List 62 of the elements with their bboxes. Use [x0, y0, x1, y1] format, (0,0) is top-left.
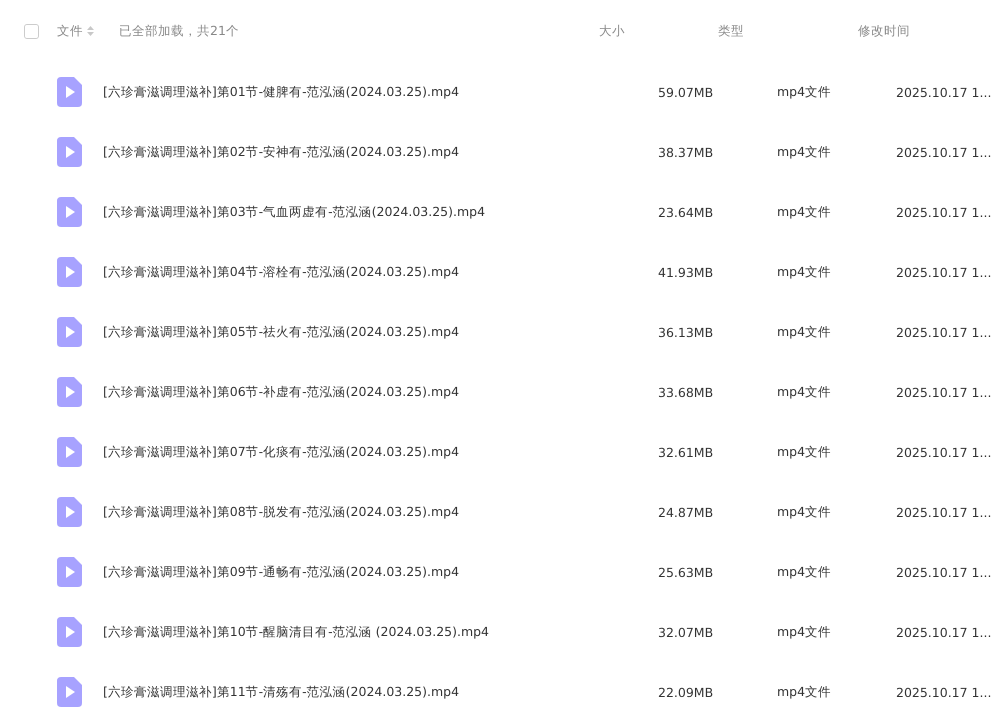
file-type: mp4文件: [777, 564, 832, 580]
file-name[interactable]: [六珍膏滋调理滋补]第03节-气血两虚有-范泓涵(2024.03.25).mp4: [103, 204, 658, 220]
file-type: mp4文件: [777, 684, 832, 700]
file-name[interactable]: [六珍膏滋调理滋补]第08节-脱发有-范泓涵(2024.03.25).mp4: [103, 504, 658, 520]
file-name[interactable]: [六珍膏滋调理滋补]第02节-安神有-范泓涵(2024.03.25).mp4: [103, 144, 658, 160]
file-name[interactable]: [六珍膏滋调理滋补]第10节-醒脑清目有-范泓涵 (2024.03.25).mp4: [103, 624, 658, 640]
video-file-icon: [57, 437, 82, 467]
video-file-icon: [57, 197, 82, 227]
file-size: 23.64MB: [658, 204, 714, 220]
video-file-icon: [57, 677, 82, 707]
video-file-icon: [57, 617, 82, 647]
modified-time: 2025.10.17 1...: [896, 84, 992, 100]
modified-time: 2025.10.17 1...: [896, 144, 992, 160]
file-type: mp4文件: [777, 324, 832, 340]
modified-time: 2025.10.17 1...: [896, 324, 992, 340]
column-header[interactable]: 修改时间: [837, 22, 998, 40]
column-header[interactable]: 类型: [718, 22, 837, 40]
select-all-checkbox[interactable]: [24, 24, 39, 38]
file-type: mp4文件: [777, 624, 832, 640]
file-type: mp4文件: [777, 264, 832, 280]
file-type: mp4文件: [777, 144, 832, 160]
video-file-icon: [57, 77, 82, 107]
video-file-icon: [57, 257, 82, 287]
file-name[interactable]: [六珍膏滋调理滋补]第06节-补虚有-范泓涵(2024.03.25).mp4: [103, 384, 658, 400]
modified-time: 2025.10.17 1...: [896, 624, 992, 640]
sort-icon[interactable]: [87, 26, 94, 36]
file-type: mp4文件: [777, 84, 832, 100]
modified-time: 2025.10.17 1...: [896, 504, 992, 520]
video-file-icon: [57, 317, 82, 347]
file-size: 41.93MB: [658, 264, 714, 280]
video-file-icon: [57, 377, 82, 407]
file-name[interactable]: [六珍膏滋调理滋补]第09节-通畅有-范泓涵(2024.03.25).mp4: [103, 564, 658, 580]
file-name[interactable]: [六珍膏滋调理滋补]第11节-清殇有-范泓涵(2024.03.25).mp4: [103, 684, 658, 700]
modified-time: 2025.10.17 1...: [896, 444, 992, 460]
load-status: 已全部加载，共21个: [119, 22, 240, 40]
file-size: 25.63MB: [658, 564, 714, 580]
video-file-icon: [57, 497, 82, 527]
file-size: 33.68MB: [658, 384, 714, 400]
modified-time: 2025.10.17 1...: [896, 384, 992, 400]
video-file-icon: [57, 137, 82, 167]
modified-time: 2025.10.17 1...: [896, 264, 992, 280]
file-type: mp4文件: [777, 444, 832, 460]
file-name[interactable]: [六珍膏滋调理滋补]第01节-健脾有-范泓涵(2024.03.25).mp4: [103, 84, 658, 100]
column-header[interactable]: 文件: [57, 22, 83, 40]
file-name[interactable]: [六珍膏滋调理滋补]第07节-化痰有-范泓涵(2024.03.25).mp4: [103, 444, 658, 460]
file-size: 24.87MB: [658, 504, 714, 520]
file-name[interactable]: [六珍膏滋调理滋补]第05节-祛火有-范泓涵(2024.03.25).mp4: [103, 324, 658, 340]
file-size: 59.07MB: [658, 84, 714, 100]
file-size: 36.13MB: [658, 324, 714, 340]
file-type: mp4文件: [777, 504, 832, 520]
column-header[interactable]: 大小: [599, 22, 718, 40]
modified-time: 2025.10.17 1...: [896, 204, 992, 220]
file-size: 32.61MB: [658, 444, 714, 460]
file-size: 32.07MB: [658, 624, 714, 640]
file-type: mp4文件: [777, 384, 832, 400]
file-size: 22.09MB: [658, 684, 714, 700]
file-size: 38.37MB: [658, 144, 714, 160]
file-name[interactable]: [六珍膏滋调理滋补]第04节-溶栓有-范泓涵(2024.03.25).mp4: [103, 264, 658, 280]
modified-time: 2025.10.17 1...: [896, 564, 992, 580]
file-type: mp4文件: [777, 204, 832, 220]
modified-time: 2025.10.17 1...: [896, 684, 992, 700]
video-file-icon: [57, 557, 82, 587]
